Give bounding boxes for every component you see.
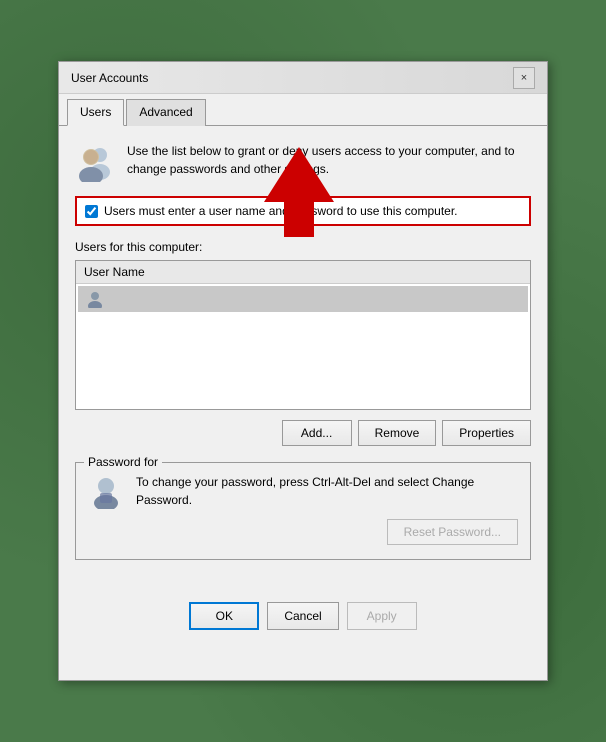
properties-button[interactable]: Properties (442, 420, 531, 446)
user-accounts-dialog: User Accounts × Users Advanced (58, 61, 548, 681)
users-list: User Name (75, 260, 531, 410)
remove-button[interactable]: Remove (358, 420, 437, 446)
password-description: To change your password, press Ctrl-Alt-… (136, 473, 518, 545)
title-bar: User Accounts × (59, 62, 547, 94)
tab-advanced[interactable]: Advanced (126, 99, 205, 126)
users-section-label: Users for this computer: (75, 240, 531, 254)
tab-content: Use the list below to grant or deny user… (59, 126, 547, 592)
reset-password-button[interactable]: Reset Password... (387, 519, 518, 545)
intro-text: Use the list below to grant or deny user… (127, 142, 531, 178)
list-item[interactable] (78, 286, 528, 312)
reset-btn-row: Reset Password... (136, 519, 518, 545)
password-group: Password for To change your password, pr… (75, 462, 531, 560)
tab-bar: Users Advanced (59, 94, 547, 126)
bottom-buttons: OK Cancel Apply (59, 592, 547, 646)
cancel-button[interactable]: Cancel (267, 602, 338, 630)
users-icon (75, 142, 115, 182)
password-group-label: Password for (84, 455, 162, 469)
password-text: To change your password, press Ctrl-Alt-… (136, 473, 518, 509)
apply-button[interactable]: Apply (347, 602, 417, 630)
user-icon-small (86, 290, 104, 308)
ok-button[interactable]: OK (189, 602, 259, 630)
intro-section: Use the list below to grant or deny user… (75, 142, 531, 182)
add-button[interactable]: Add... (282, 420, 352, 446)
password-section: To change your password, press Ctrl-Alt-… (88, 473, 518, 545)
checkbox-section: Users must enter a user name and passwor… (75, 196, 531, 226)
password-icon (88, 473, 124, 509)
close-button[interactable]: × (513, 67, 535, 89)
user-action-buttons: Add... Remove Properties (75, 420, 531, 446)
require-login-checkbox[interactable] (85, 205, 98, 218)
list-column-header: User Name (76, 261, 530, 284)
window-title: User Accounts (71, 71, 148, 85)
tab-users[interactable]: Users (67, 99, 124, 126)
user-name-cell (112, 291, 520, 307)
require-login-label[interactable]: Users must enter a user name and passwor… (104, 204, 458, 218)
